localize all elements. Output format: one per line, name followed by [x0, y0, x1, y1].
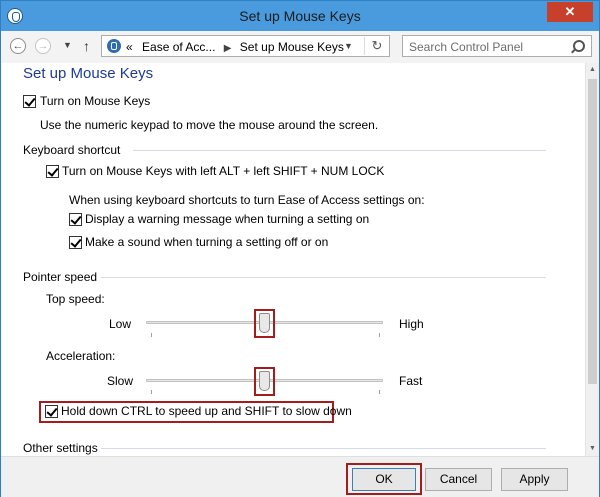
cancel-button[interactable]: Cancel — [425, 468, 492, 491]
page-title: Set up Mouse Keys — [23, 65, 154, 82]
apply-button[interactable]: Apply — [501, 468, 568, 491]
back-button[interactable]: ← — [10, 38, 26, 54]
acceleration-label: Acceleration: — [46, 349, 116, 363]
make-sound-label[interactable]: Make a sound when turning a setting off … — [85, 235, 328, 249]
top-speed-max-label: High — [399, 317, 424, 331]
shortcut-checkbox[interactable] — [46, 165, 59, 178]
search-icon[interactable] — [573, 40, 585, 52]
keyboard-shortcut-divider — [133, 150, 546, 151]
scrollbar-thumb[interactable] — [588, 79, 597, 384]
keyboard-shortcut-heading: Keyboard shortcut — [23, 143, 121, 157]
top-speed-tick — [379, 333, 380, 337]
title-bar: Set up Mouse Keys ✕ — [1, 1, 599, 31]
mouse-keys-description: Use the numeric keypad to move the mouse… — [40, 118, 379, 132]
breadcrumb-set-up-mouse-keys[interactable]: Set up Mouse Keys — [240, 40, 344, 54]
ctrl-shift-checkbox[interactable] — [45, 405, 58, 418]
acceleration-tick — [379, 390, 380, 394]
control-panel-icon — [107, 39, 121, 53]
acceleration-max-label: Fast — [399, 374, 423, 388]
refresh-icon[interactable]: ↻ — [364, 37, 389, 55]
top-speed-label: Top speed: — [46, 292, 105, 306]
breadcrumb-separator-icon: ▶ — [223, 43, 232, 54]
close-button[interactable]: ✕ — [547, 2, 593, 22]
address-dropdown-icon[interactable]: ▼ — [344, 41, 353, 51]
search-box[interactable]: Search Control Panel — [402, 35, 592, 57]
other-settings-heading: Other settings — [23, 441, 98, 455]
warning-message-label[interactable]: Display a warning message when turning a… — [85, 212, 369, 226]
warning-message-checkbox[interactable] — [69, 213, 82, 226]
acceleration-highlight — [254, 367, 275, 396]
address-bar[interactable]: « Ease of Acc... ▶ Set up Mouse Keys ▼ ↻ — [101, 35, 390, 57]
forward-button[interactable]: → — [35, 38, 51, 54]
dialog-footer: OK Cancel Apply — [1, 456, 599, 497]
up-arrow-icon[interactable]: ↑ — [83, 38, 90, 54]
recent-locations-chevron-icon[interactable]: ▼ — [63, 40, 72, 50]
make-sound-checkbox[interactable] — [69, 236, 82, 249]
acceleration-tick — [151, 390, 152, 394]
pointer-speed-heading: Pointer speed — [23, 270, 98, 284]
ctrl-shift-label[interactable]: Hold down CTRL to speed up and SHIFT to … — [61, 404, 352, 418]
window: Set up Mouse Keys ✕ ← → ▼ ↑ « Ease of Ac… — [0, 0, 600, 497]
breadcrumb-ease-of-access[interactable]: Ease of Acc... — [142, 40, 215, 54]
breadcrumb: « Ease of Acc... ▶ Set up Mouse Keys — [126, 40, 344, 54]
shortcut-label[interactable]: Turn on Mouse Keys with left ALT + left … — [62, 164, 384, 178]
top-speed-min-label: Low — [109, 317, 132, 331]
address-toolbar: ← → ▼ ↑ « Ease of Acc... ▶ Set up Mouse … — [1, 31, 599, 64]
vertical-scrollbar[interactable]: ▲ ▼ — [585, 63, 599, 456]
breadcrumb-overflow[interactable]: « — [126, 40, 133, 54]
scroll-up-icon[interactable]: ▲ — [586, 63, 599, 77]
shortcut-sub-caption: When using keyboard shortcuts to turn Ea… — [69, 193, 425, 207]
window-title: Set up Mouse Keys — [239, 8, 361, 24]
search-input[interactable]: Search Control Panel — [409, 40, 523, 54]
turn-on-mouse-keys-checkbox[interactable] — [23, 95, 36, 108]
pointer-speed-divider — [101, 277, 546, 278]
ok-button[interactable]: OK — [352, 468, 416, 491]
acceleration-min-label: Slow — [107, 374, 134, 388]
scroll-down-icon[interactable]: ▼ — [586, 442, 599, 456]
other-settings-divider — [101, 448, 546, 449]
turn-on-mouse-keys-label[interactable]: Turn on Mouse Keys — [40, 94, 150, 108]
top-speed-tick — [151, 333, 152, 337]
settings-content: Set up Mouse Keys Turn on Mouse Keys Use… — [1, 63, 585, 456]
top-speed-highlight — [254, 309, 275, 338]
